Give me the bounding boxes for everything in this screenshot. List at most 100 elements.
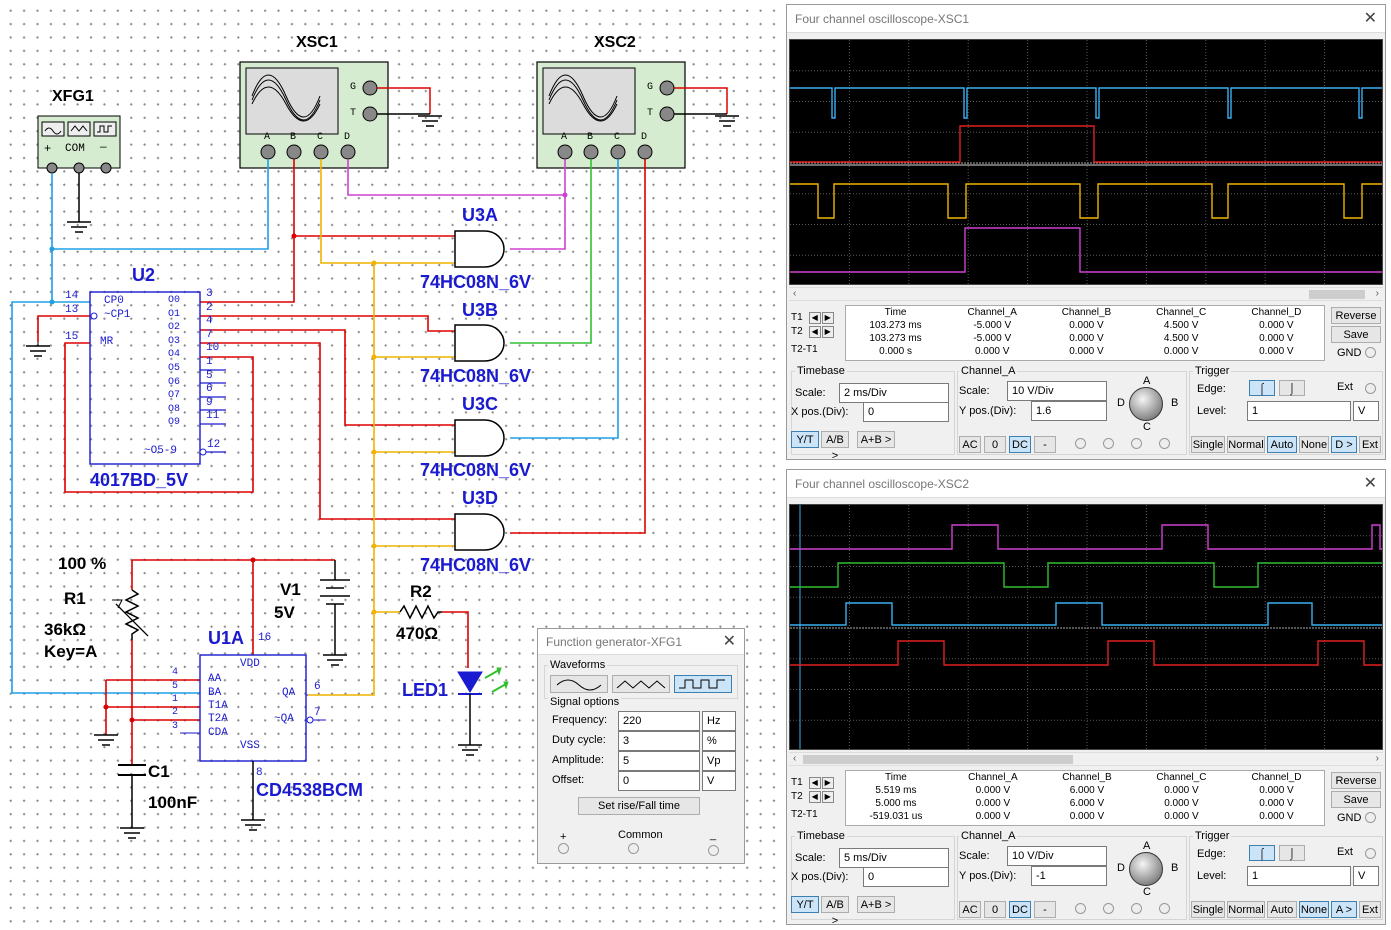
scope1-channel-radio[interactable]: [1131, 438, 1142, 449]
funcgen-titlebar[interactable]: Function generator-XFG1 ✕: [538, 629, 744, 655]
funcgen-plus-terminal[interactable]: [558, 843, 569, 854]
scope1-mode-button-0[interactable]: Y/T: [791, 431, 819, 448]
arrow-left-icon[interactable]: ◀: [808, 312, 821, 324]
scope2-trigger-button-3[interactable]: None: [1299, 901, 1329, 918]
falling-edge-icon[interactable]: ⌡: [1279, 845, 1305, 861]
scope2-scrollbar[interactable]: ‹ ›: [789, 752, 1383, 766]
set-rise-fall-button[interactable]: Set rise/Fall time: [578, 797, 700, 815]
scope2-save-button[interactable]: Save: [1331, 791, 1381, 808]
triangle-wave-button[interactable]: [612, 675, 670, 693]
rising-edge-icon[interactable]: ⌠: [1249, 845, 1275, 861]
scroll-right-icon[interactable]: ›: [1376, 753, 1379, 764]
scope2-display[interactable]: [789, 504, 1383, 750]
scope1-mode-button-2[interactable]: A+B >: [857, 431, 895, 448]
scope2-channel-radio[interactable]: [1103, 903, 1114, 914]
scope1-coupling-button-0[interactable]: AC: [959, 436, 981, 453]
funcgen-row-value[interactable]: 3: [618, 731, 700, 751]
scroll-left-icon[interactable]: ‹: [793, 288, 796, 299]
scope2-reverse-button[interactable]: Reverse: [1331, 772, 1381, 789]
scroll-right-icon[interactable]: ›: [1376, 288, 1379, 299]
arrow-right-icon[interactable]: ▶: [821, 791, 834, 803]
scope1-trigger-button-1[interactable]: Normal: [1227, 436, 1265, 453]
scroll-left-icon[interactable]: ‹: [793, 753, 796, 764]
scope1-trigger-button-4[interactable]: D >: [1331, 436, 1357, 453]
scope2-coupling-button-3[interactable]: -: [1034, 901, 1056, 918]
scope2-channel-radio[interactable]: [1075, 903, 1086, 914]
scope2-coupling-button-2[interactable]: DC: [1009, 901, 1031, 918]
function-generator-window[interactable]: Function generator-XFG1 ✕ Waveforms Sign…: [537, 628, 745, 864]
funcgen-row-unit[interactable]: Hz: [702, 711, 736, 731]
rising-edge-icon[interactable]: ⌠: [1249, 380, 1275, 396]
scope2-channel-selector-knob[interactable]: [1129, 852, 1163, 886]
scope1-channel-radio[interactable]: [1075, 438, 1086, 449]
scope1-trigger-button-2[interactable]: Auto: [1267, 436, 1297, 453]
scope1-save-button[interactable]: Save: [1331, 326, 1381, 343]
scope2-titlebar[interactable]: Four channel oscilloscope-XSC2 ✕: [787, 470, 1385, 498]
scope1-channel-selector-knob[interactable]: [1129, 387, 1163, 421]
scope2-level-field[interactable]: 1: [1247, 866, 1351, 886]
scope2-mode-button-0[interactable]: Y/T: [791, 896, 819, 913]
scope1-xpos-field[interactable]: 0: [863, 402, 949, 422]
schematic-canvas[interactable]: XFG1 + COM — XSC1 XSC2 A B C D G T A B C…: [0, 0, 785, 930]
scope1-trigger-button-0[interactable]: Single: [1191, 436, 1225, 453]
scope2-ypos-field[interactable]: -1: [1031, 866, 1107, 886]
arrow-right-icon[interactable]: ▶: [821, 312, 834, 324]
scope2-timebase-scale-field[interactable]: 5 ms/Div: [839, 848, 949, 868]
scope1-gnd-terminal[interactable]: [1365, 347, 1376, 358]
funcgen-row-unit[interactable]: %: [702, 731, 736, 751]
scope1-close-button[interactable]: ✕: [1364, 5, 1377, 33]
arrow-left-icon[interactable]: ◀: [808, 791, 821, 803]
scope1-channel-scale-field[interactable]: 10 V/Div: [1007, 381, 1107, 401]
sine-wave-button[interactable]: [550, 675, 608, 693]
funcgen-row-value[interactable]: 0: [618, 771, 700, 791]
scope1-timebase-scale-field[interactable]: 2 ms/Div: [839, 383, 949, 403]
arrow-left-icon[interactable]: ◀: [808, 326, 821, 338]
scope2-scroll-thumb[interactable]: [803, 755, 1073, 764]
scope1-channel-radio[interactable]: [1159, 438, 1170, 449]
scope1-level-field[interactable]: 1: [1247, 401, 1351, 421]
scope1-coupling-button-3[interactable]: -: [1034, 436, 1056, 453]
scope1-coupling-button-1[interactable]: 0: [984, 436, 1006, 453]
square-wave-button[interactable]: [674, 675, 732, 693]
scope1-titlebar[interactable]: Four channel oscilloscope-XSC1 ✕: [787, 5, 1385, 33]
funcgen-row-value[interactable]: 5: [618, 751, 700, 771]
scope1-coupling-button-2[interactable]: DC: [1009, 436, 1031, 453]
funcgen-row-value[interactable]: 220: [618, 711, 700, 731]
scope2-mode-button-1[interactable]: A/B >: [821, 896, 849, 927]
oscilloscope-xsc1-window[interactable]: Four channel oscilloscope-XSC1 ✕ ‹ › T1 ◀…: [786, 4, 1386, 462]
scope1-trigger-button-3[interactable]: None: [1299, 436, 1329, 453]
falling-edge-icon[interactable]: ⌡: [1279, 380, 1305, 396]
scope2-trigger-button-4[interactable]: A >: [1331, 901, 1357, 918]
scope2-gnd-terminal[interactable]: [1365, 812, 1376, 823]
scope2-mode-button-2[interactable]: A+B >: [857, 896, 895, 913]
scope1-level-unit[interactable]: V: [1353, 401, 1379, 421]
scope2-trigger-button-1[interactable]: Normal: [1227, 901, 1265, 918]
arrow-right-icon[interactable]: ▶: [821, 326, 834, 338]
scope1-trigger-button-5[interactable]: Ext: [1359, 436, 1381, 453]
scope2-channel-scale-field[interactable]: 10 V/Div: [1007, 846, 1107, 866]
scope1-scroll-thumb[interactable]: [1309, 290, 1365, 299]
scope1-scrollbar[interactable]: ‹ ›: [789, 287, 1383, 301]
scope2-coupling-button-0[interactable]: AC: [959, 901, 981, 918]
scope1-display[interactable]: [789, 39, 1383, 285]
scope1-ypos-field[interactable]: 1.6: [1031, 401, 1107, 421]
funcgen-common-terminal[interactable]: [628, 843, 639, 854]
funcgen-close-button[interactable]: ✕: [723, 629, 736, 655]
scope2-level-unit[interactable]: V: [1353, 866, 1379, 886]
scope2-channel-radio[interactable]: [1159, 903, 1170, 914]
arrow-right-icon[interactable]: ▶: [821, 777, 834, 789]
scope1-ext-terminal[interactable]: [1365, 383, 1376, 394]
funcgen-row-unit[interactable]: Vp: [702, 751, 736, 771]
scope2-coupling-button-1[interactable]: 0: [984, 901, 1006, 918]
scope2-trigger-button-0[interactable]: Single: [1191, 901, 1225, 918]
scope2-xpos-field[interactable]: 0: [863, 867, 949, 887]
funcgen-row-unit[interactable]: V: [702, 771, 736, 791]
scope2-channel-radio[interactable]: [1131, 903, 1142, 914]
scope1-mode-button-1[interactable]: A/B >: [821, 431, 849, 462]
oscilloscope-xsc2-window[interactable]: Four channel oscilloscope-XSC2 ✕ ‹ › T1 ◀…: [786, 469, 1386, 927]
scope2-close-button[interactable]: ✕: [1364, 470, 1377, 498]
arrow-left-icon[interactable]: ◀: [808, 777, 821, 789]
scope2-trigger-button-2[interactable]: Auto: [1267, 901, 1297, 918]
funcgen-minus-terminal[interactable]: [708, 845, 719, 856]
scope1-reverse-button[interactable]: Reverse: [1331, 307, 1381, 324]
